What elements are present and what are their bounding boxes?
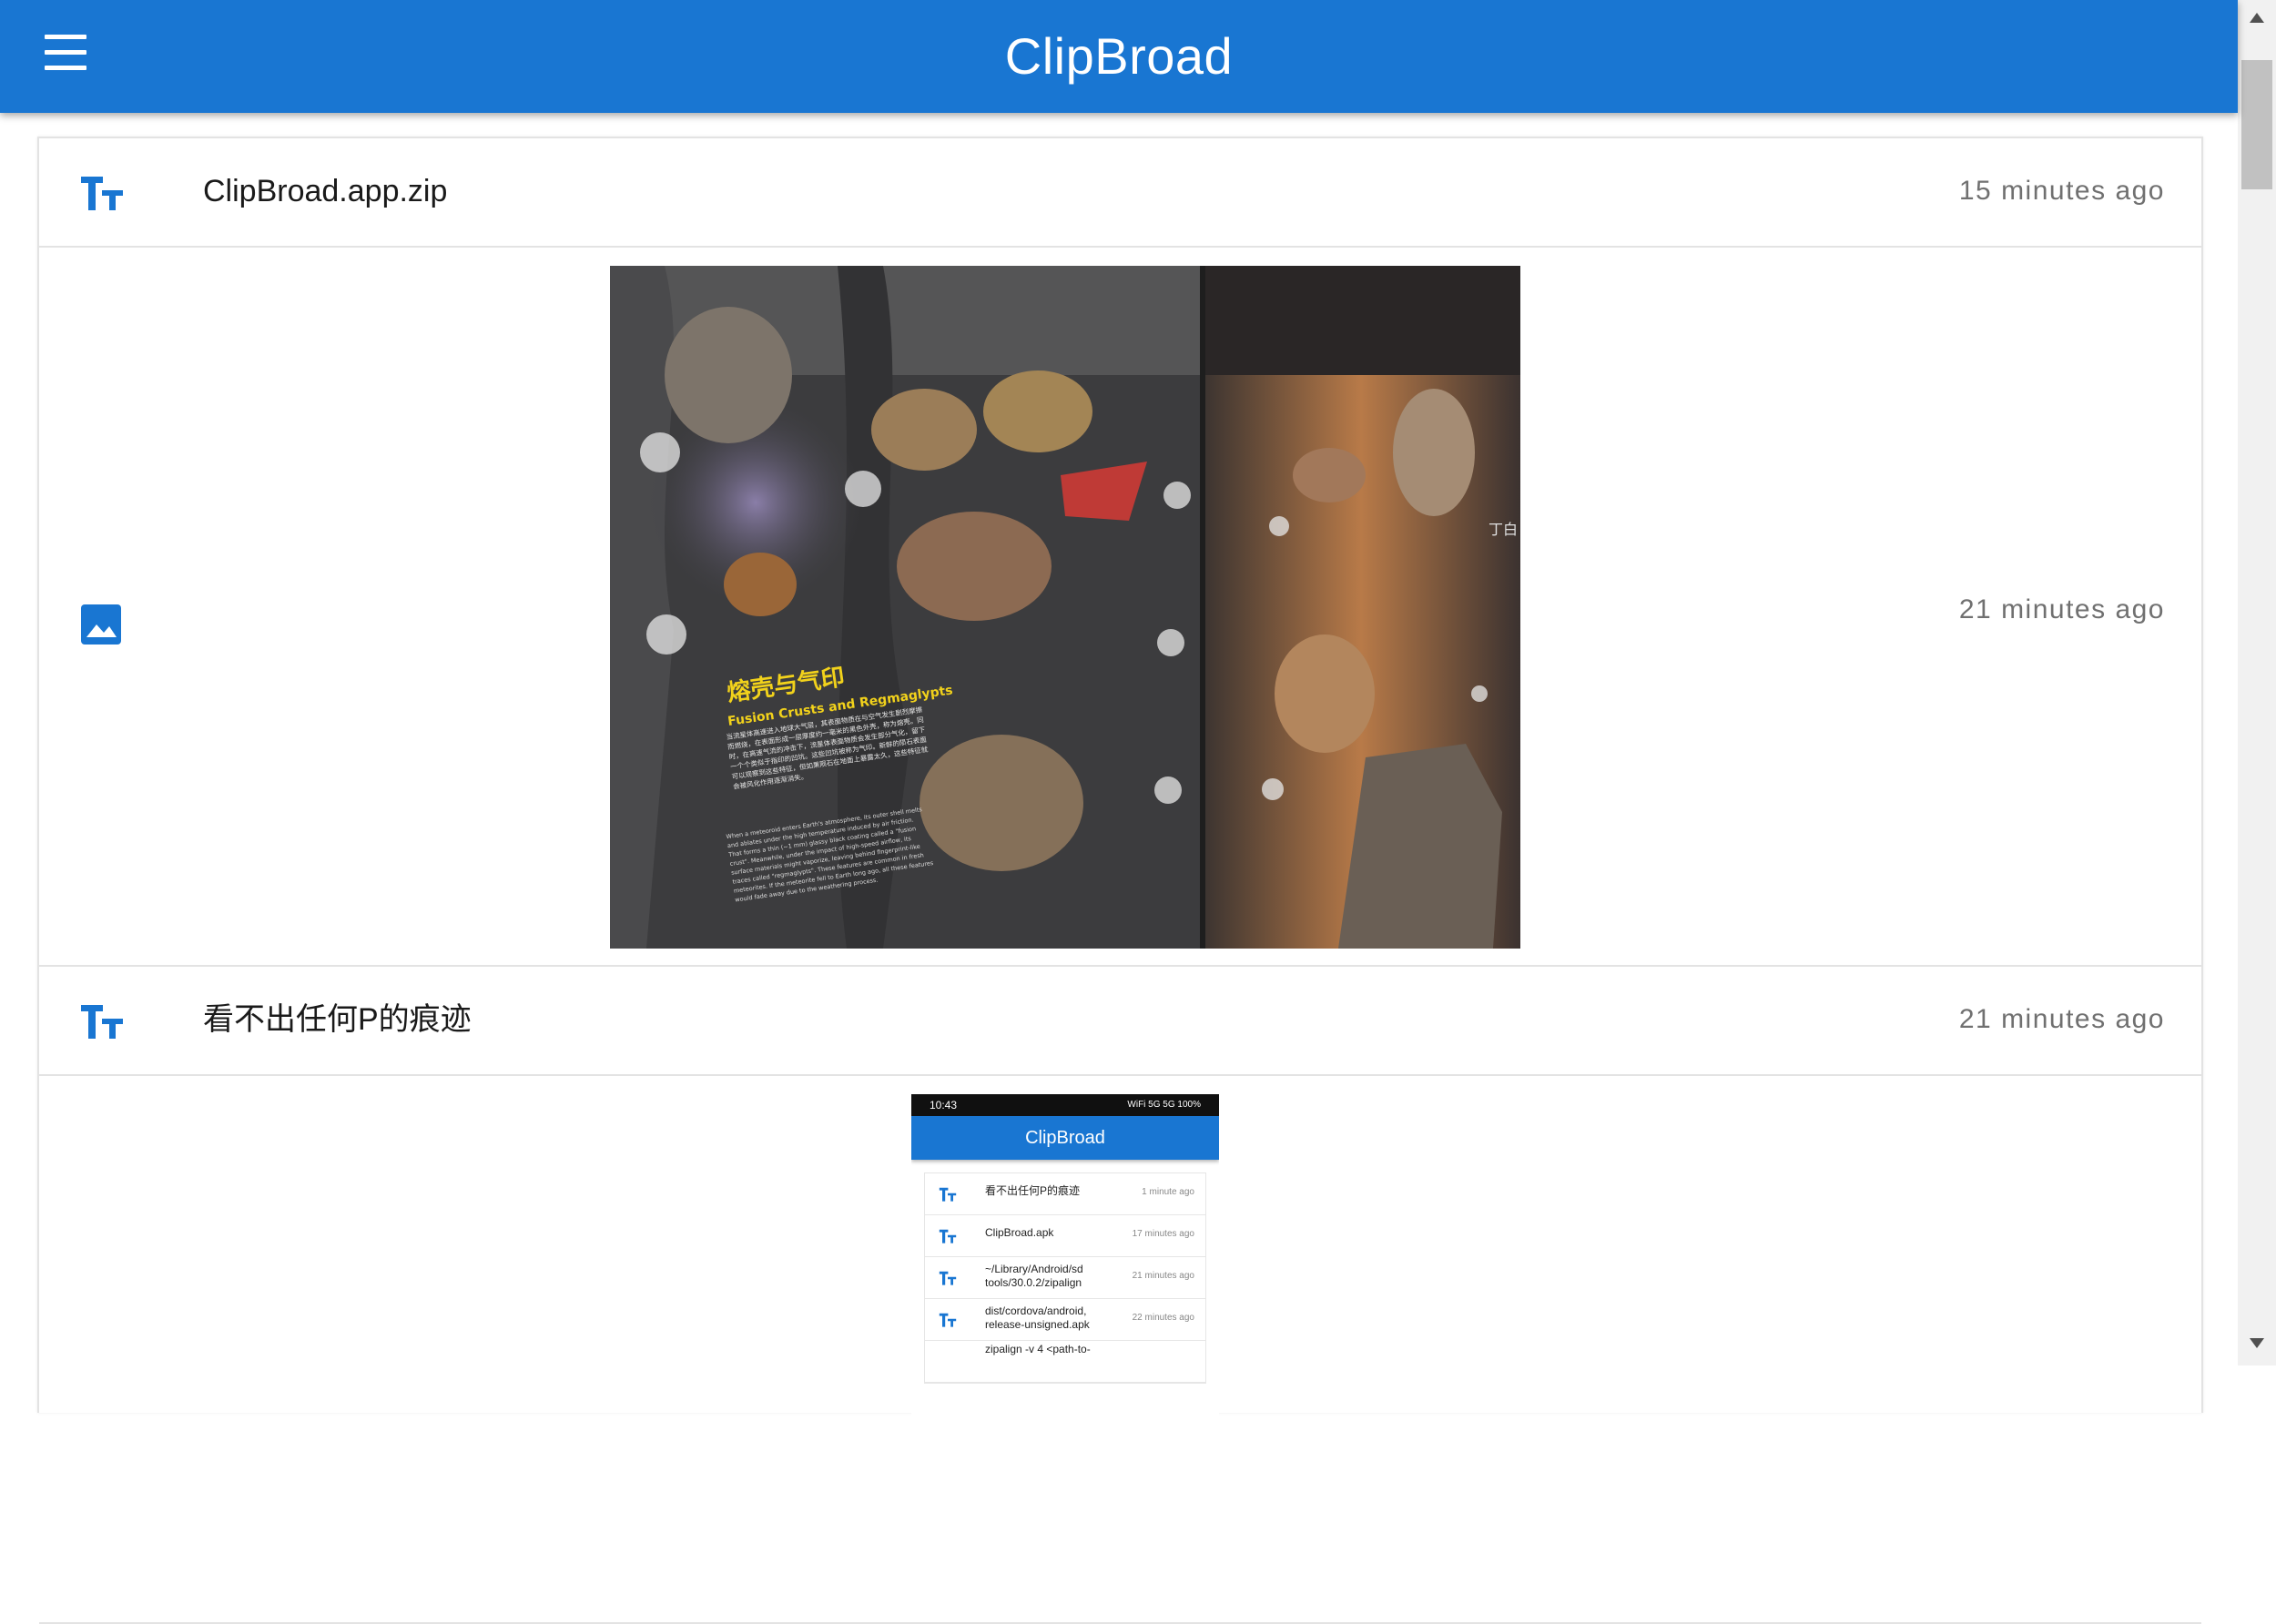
phone-item-text-line: ~/Library/Android/sd <box>985 1263 1083 1275</box>
phone-list: 看不出任何P的痕迹 1 minute ago ClipBroad.apk 17 … <box>924 1172 1206 1384</box>
phone-item-time: 17 minutes ago <box>1132 1229 1194 1239</box>
phone-item-time: 1 minute ago <box>1142 1187 1194 1197</box>
photo-side-text: 丁白 <box>1489 521 1518 538</box>
phone-list-item: ClipBroad.apk 17 minutes ago <box>925 1215 1205 1257</box>
scrollbar[interactable] <box>2238 0 2276 1365</box>
phone-item-text-line: dist/cordova/android, <box>985 1304 1087 1317</box>
list-item[interactable]: ClipBroad.app.zip 15 minutes ago <box>39 138 2201 248</box>
meteorite-photo[interactable]: 熔壳与气印 Fusion Crusts and Regmaglypts 当流星体… <box>610 266 1520 949</box>
phone-item-text: 看不出任何P的痕迹 <box>985 1184 1081 1197</box>
text-fields-icon <box>79 175 125 211</box>
item-text: ClipBroad.app.zip <box>203 174 448 208</box>
phone-list-item: dist/cordova/android, release-unsigned.a… <box>925 1299 1205 1341</box>
phone-list-item: 看不出任何P的痕迹 1 minute ago <box>925 1173 1205 1215</box>
list-item[interactable]: 熔壳与气印 Fusion Crusts and Regmaglypts 当流星体… <box>39 248 2201 967</box>
phone-list-item: zipalign -v 4 <path-to- <box>925 1341 1205 1383</box>
list-item[interactable]: 看不出任何P的痕迹 21 minutes ago <box>39 967 2201 1076</box>
phone-item-text-line: release-unsigned.apk <box>985 1318 1090 1331</box>
item-time: 15 minutes ago <box>1958 176 2165 206</box>
phone-status-bar: 10:43 WiFi 5G 5G 100% <box>911 1094 1219 1116</box>
clipboard-list: ClipBroad.app.zip 15 minutes ago 熔壳与气印 F… <box>37 137 2203 1624</box>
phone-item-text-line: tools/30.0.2/zipalign <box>985 1276 1082 1289</box>
phone-item-text: ClipBroad.apk <box>985 1226 1054 1239</box>
phone-item-time: 21 minutes ago <box>1132 1271 1194 1281</box>
phone-status-icons: WiFi 5G 5G 100% <box>1127 1100 1201 1110</box>
text-fields-icon <box>79 1003 125 1040</box>
text-fields-icon <box>939 1229 957 1243</box>
scroll-down-arrow-icon[interactable] <box>2238 1331 2276 1358</box>
app-title: ClipBroad <box>1004 27 1234 85</box>
list-item[interactable]: 10:43 WiFi 5G 5G 100% ClipBroad 看不出任何P的痕… <box>39 1076 2201 1624</box>
phone-status-time: 10:43 <box>930 1099 958 1111</box>
item-time: 21 minutes ago <box>1958 594 2165 624</box>
phone-item-text: dist/cordova/android, release-unsigned.a… <box>985 1304 1103 1332</box>
phone-item-time: 22 minutes ago <box>1132 1313 1194 1323</box>
scroll-thumb[interactable] <box>2241 60 2272 189</box>
text-fields-icon <box>939 1187 957 1202</box>
text-fields-icon <box>939 1271 957 1285</box>
scroll-up-arrow-icon[interactable] <box>2238 7 2276 35</box>
phone-item-text: zipalign -v 4 <path-to- <box>985 1343 1091 1355</box>
text-fields-icon <box>939 1313 957 1327</box>
phone-list-item: ~/Library/Android/sd tools/30.0.2/zipali… <box>925 1257 1205 1299</box>
phone-app-bar: ClipBroad <box>911 1116 1219 1160</box>
phone-screenshot[interactable]: 10:43 WiFi 5G 5G 100% ClipBroad 看不出任何P的痕… <box>911 1094 1219 1622</box>
item-time: 21 minutes ago <box>1958 1004 2165 1034</box>
image-icon <box>81 604 121 645</box>
app-bar: ClipBroad <box>0 0 2238 113</box>
phone-item-text: ~/Library/Android/sd tools/30.0.2/zipali… <box>985 1263 1103 1290</box>
item-text: 看不出任何P的痕迹 <box>203 1002 472 1037</box>
